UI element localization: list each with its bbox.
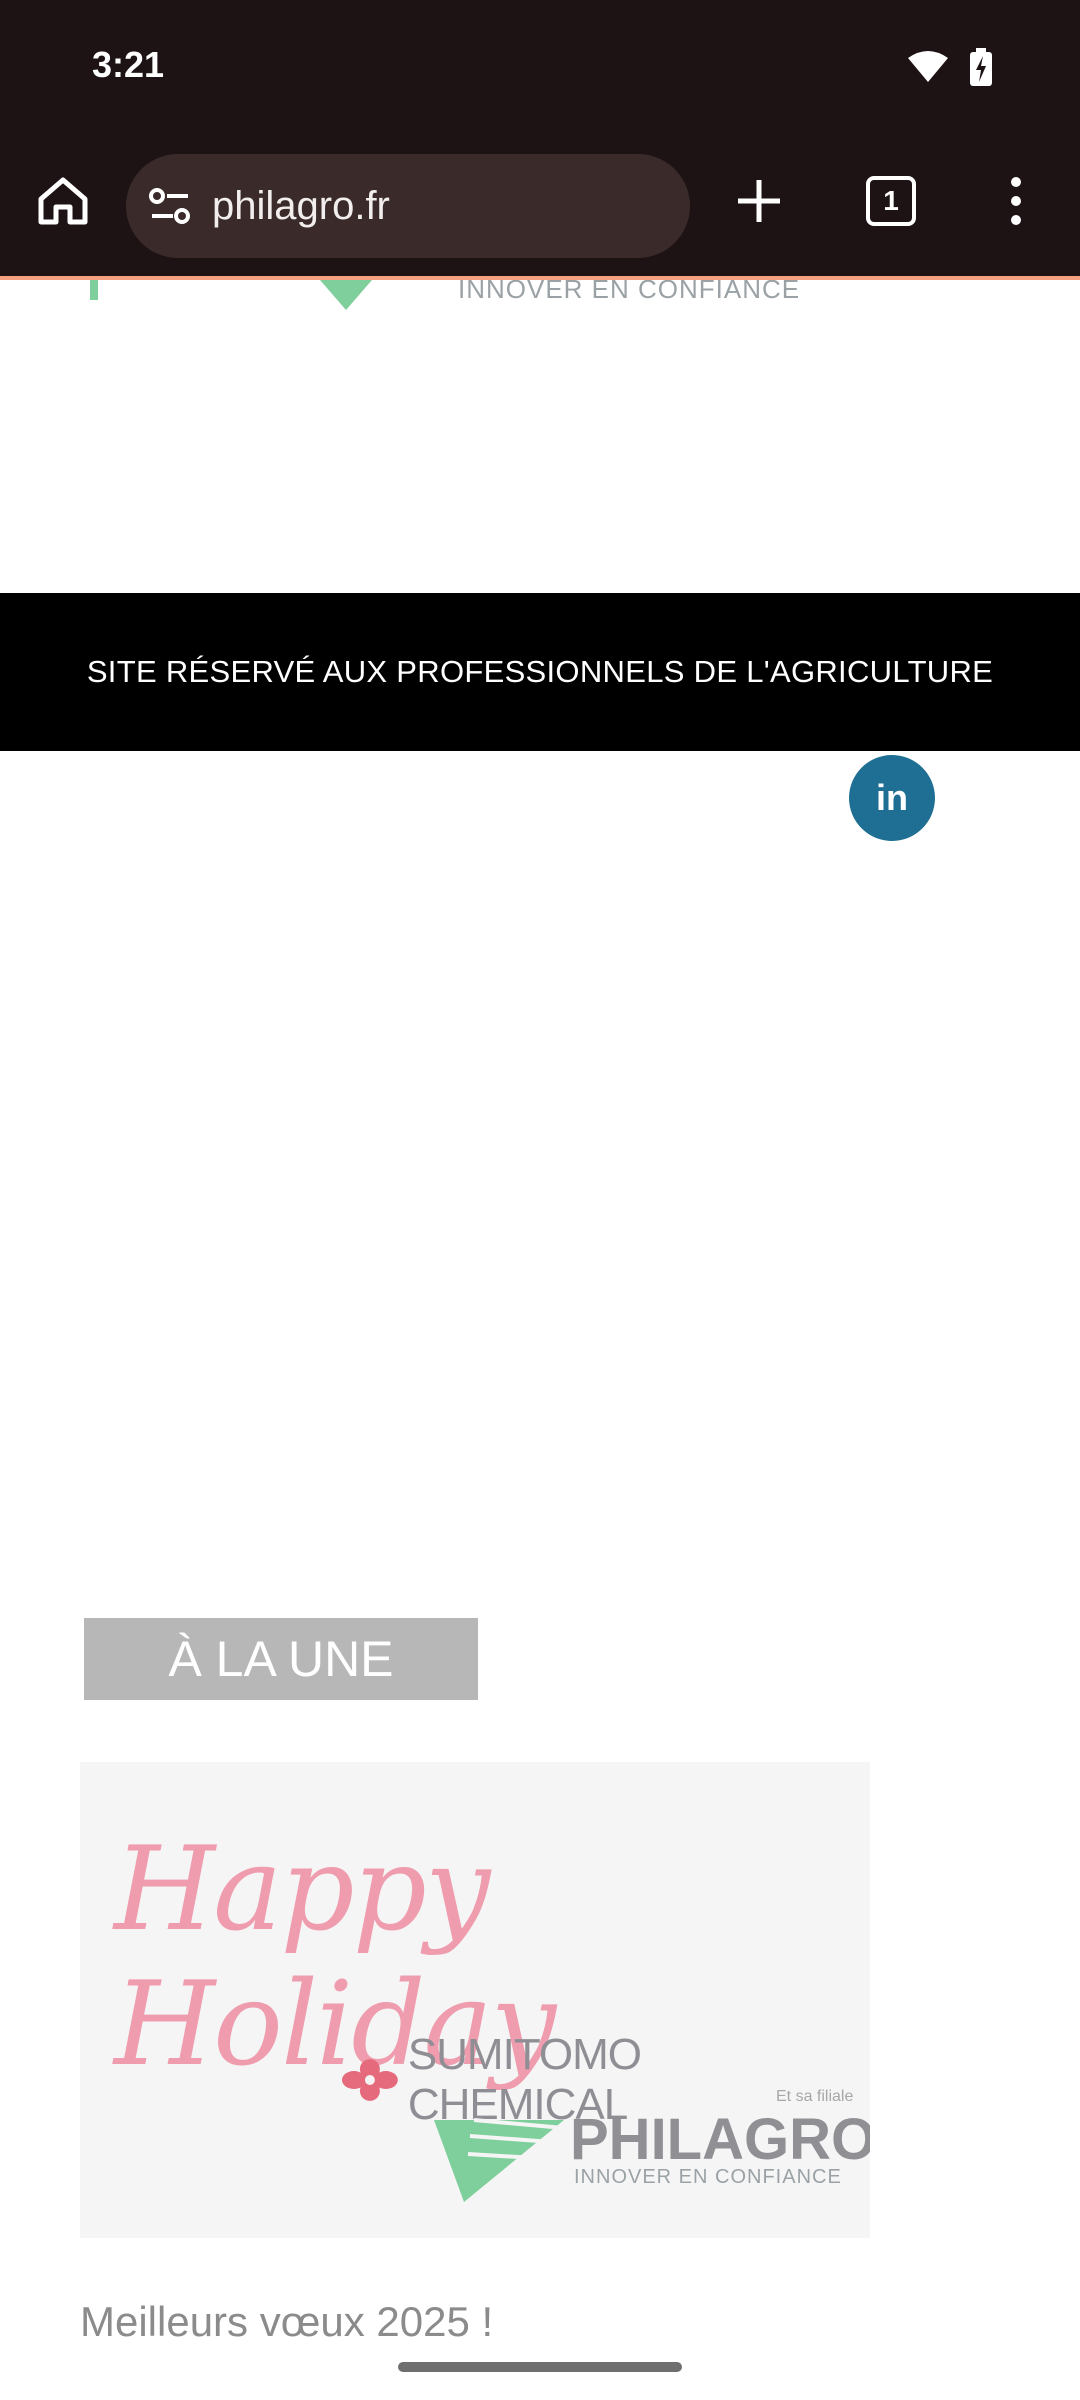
url-bar[interactable]: philagro.fr — [126, 154, 690, 258]
site-settings-icon[interactable] — [148, 184, 192, 228]
status-time: 3:21 — [92, 44, 165, 85]
new-tab-button[interactable] — [726, 168, 792, 234]
more-menu-button[interactable] — [988, 168, 1044, 234]
tab-switcher-button[interactable]: 1 — [858, 168, 924, 234]
url-text[interactable]: philagro.fr — [212, 184, 390, 229]
professional-only-banner: SITE RÉSERVÉ AUX PROFESSIONNELS DE L'AGR… — [0, 593, 1080, 751]
sumitomo-flower-icon — [342, 2059, 398, 2101]
philagro-tagline: INNOVER EN CONFIANCE — [574, 2166, 842, 2188]
logo-mark — [90, 280, 98, 300]
linkedin-label: in — [876, 777, 908, 818]
philagro-logo-mark — [434, 2118, 564, 2202]
status-bar: 3:21 — [0, 0, 1080, 140]
featured-article-title[interactable]: Meilleurs vœux 2025 ! — [80, 2298, 493, 2346]
wifi-icon — [908, 50, 948, 89]
philagro-brand: PHILAGRO — [570, 2107, 870, 2172]
tab-switcher-icon: 1 — [866, 176, 916, 226]
site-logo[interactable]: INNOVER EN CONFIANCE — [0, 280, 1080, 310]
banner-text: SITE RÉSERVÉ AUX PROFESSIONNELS DE L'AGR… — [86, 654, 994, 689]
new-tab-icon — [738, 180, 780, 222]
gesture-nav-handle[interactable] — [398, 2362, 682, 2372]
featured-article-image[interactable]: Happy Holiday SUMITOMO CHEMICAL Et sa fi… — [80, 1762, 870, 2238]
tab-count: 1 — [883, 185, 899, 216]
home-button[interactable] — [30, 168, 96, 234]
battery-charging-icon — [970, 48, 992, 91]
linkedin-icon[interactable]: in — [849, 755, 935, 841]
subsidiary-note: Et sa filiale — [776, 2088, 854, 2105]
featured-section-label: À LA UNE — [84, 1618, 478, 1700]
logo-triangle — [320, 280, 372, 310]
browser-toolbar: philagro.fr 1 — [0, 140, 1080, 278]
featured-label-text: À LA UNE — [168, 1631, 394, 1687]
more-vertical-icon — [1011, 177, 1021, 225]
home-icon — [38, 177, 88, 225]
status-icons — [908, 48, 992, 91]
logo-tagline: INNOVER EN CONFIANCE — [458, 280, 801, 304]
